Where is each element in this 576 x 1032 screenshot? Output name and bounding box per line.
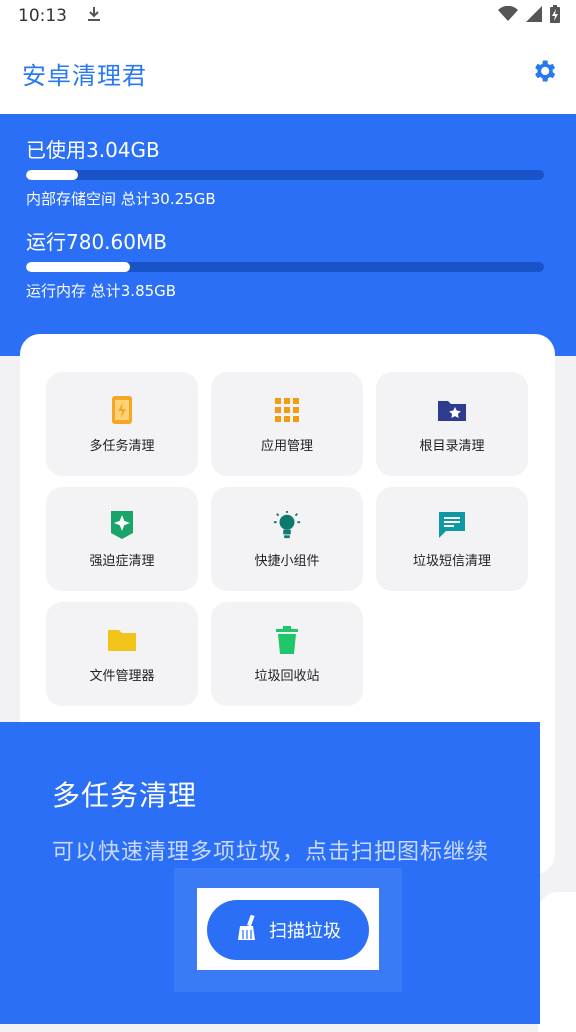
tool-label: 应用管理 (260, 438, 313, 454)
tip-title: 多任务清理 (52, 779, 198, 812)
phone-bolt-icon (107, 395, 137, 425)
highlight-box: 扫描垃圾 (197, 888, 379, 970)
scan-junk-label: 扫描垃圾 (269, 921, 341, 942)
tool-file-manager[interactable]: 文件管理器 (46, 602, 198, 706)
tool-multitask-clean[interactable]: 多任务清理 (46, 372, 198, 476)
storage-subtitle: 内部存储空间 总计30.25GB (26, 190, 216, 208)
tools-grid: 多任务清理 应用管理 根目录清理 强迫症清理 快捷小组件 垃圾短信清理 文件管理… (46, 372, 531, 706)
status-time: 10:13 (18, 6, 67, 26)
scan-junk-button[interactable]: 扫描垃圾 (207, 900, 369, 960)
tool-label: 多任务清理 (89, 438, 155, 454)
tool-ocd-clean[interactable]: 强迫症清理 (46, 487, 198, 591)
message-icon (437, 510, 467, 540)
ram-used-label: 运行780.60MB (26, 230, 167, 254)
onboarding-tip: 多任务清理 可以快速清理多项垃圾，点击扫把图标继续 扫描垃圾 (0, 722, 540, 1024)
folder-icon (107, 625, 137, 655)
sparkle-badge-icon (107, 510, 137, 540)
tool-label: 垃圾短信清理 (412, 553, 491, 569)
tool-label: 快捷小组件 (254, 553, 320, 569)
tool-spam-sms-clean[interactable]: 垃圾短信清理 (376, 487, 528, 591)
folder-star-icon (437, 395, 467, 425)
storage-progress-bar (26, 170, 544, 180)
trash-icon (272, 625, 302, 655)
download-icon (87, 6, 101, 27)
ram-progress-bar (26, 262, 544, 272)
status-bar: 10:13 (0, 0, 576, 32)
lightbulb-icon (272, 510, 302, 540)
wifi-icon (498, 5, 518, 27)
gear-icon[interactable] (530, 57, 558, 89)
tool-label: 文件管理器 (89, 668, 155, 684)
ram-subtitle: 运行内存 总计3.85GB (26, 282, 177, 300)
app-title: 安卓清理君 (22, 61, 147, 90)
secondary-card (538, 892, 576, 1032)
tool-recycle-bin[interactable]: 垃圾回收站 (211, 602, 363, 706)
broom-icon (235, 914, 259, 946)
tip-description: 可以快速清理多项垃圾，点击扫把图标继续 (52, 840, 490, 865)
battery-charging-icon (550, 4, 560, 28)
tool-label: 垃圾回收站 (254, 668, 320, 684)
signal-icon (526, 5, 542, 27)
tool-root-clean[interactable]: 根目录清理 (376, 372, 528, 476)
storage-progress-fill (26, 170, 78, 180)
ram-progress-fill (26, 262, 130, 272)
apps-grid-icon (272, 395, 302, 425)
storage-used-label: 已使用3.04GB (26, 138, 160, 162)
storage-summary: 已使用3.04GB 内部存储空间 总计30.25GB 运行780.60MB 运行… (0, 114, 576, 356)
tool-label: 强迫症清理 (89, 553, 155, 569)
app-bar: 安卓清理君 (0, 32, 576, 114)
tool-label: 根目录清理 (419, 438, 485, 454)
tool-shortcut-widget[interactable]: 快捷小组件 (211, 487, 363, 591)
tool-app-management[interactable]: 应用管理 (211, 372, 363, 476)
